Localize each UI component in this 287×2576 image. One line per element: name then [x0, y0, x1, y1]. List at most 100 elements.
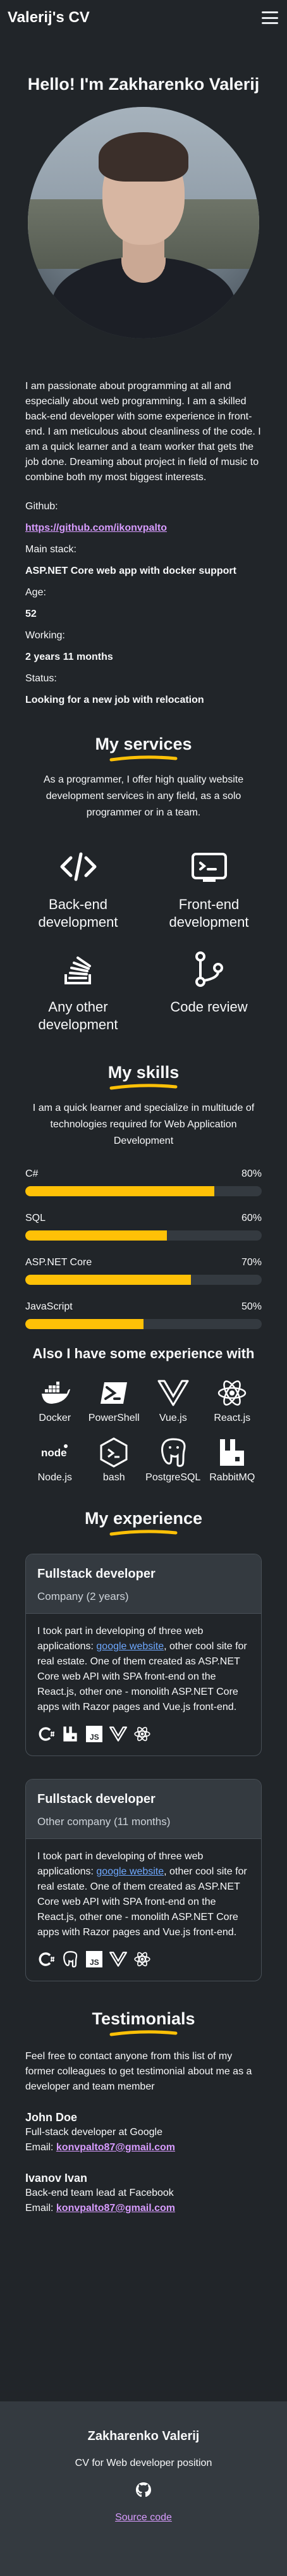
job-card-header: Fullstack developer Other company (11 mo… [26, 1780, 261, 1838]
email-label: Email: [25, 2203, 56, 2214]
github-icon[interactable] [135, 2482, 152, 2498]
skill-item: JavaScript 50% [25, 1301, 262, 1329]
skill-bar [25, 1230, 262, 1241]
brand-title[interactable]: Valerij's CV [8, 9, 90, 27]
testimonials-title: Testimonials [92, 2009, 195, 2028]
react-icon [218, 1380, 247, 1406]
job-role: Fullstack developer [37, 1792, 156, 1806]
skill-name: ASP.NET Core [25, 1257, 92, 1268]
tools-title: Also I have some experience with [32, 1346, 255, 1361]
title-underline-decoration [109, 755, 178, 762]
svg-text:JS: JS [90, 1733, 99, 1742]
person-email-link[interactable]: konvpalto87@gmail.com [56, 2142, 175, 2153]
job-card-body: I took part in developing of three web a… [26, 1838, 261, 1981]
skill-item: SQL 60% [25, 1213, 262, 1241]
bash-icon [100, 1437, 128, 1468]
tool-bash: bash [85, 1437, 144, 1483]
person-email-link[interactable]: konvpalto87@gmail.com [56, 2203, 175, 2214]
services-section: My services As a programmer, I offer hig… [0, 734, 287, 1034]
tool-docker: Docker [25, 1377, 85, 1424]
hamburger-menu-icon[interactable] [262, 11, 278, 24]
skill-percent: 60% [241, 1213, 262, 1223]
skill-bar [25, 1275, 262, 1285]
testimonial-person: John Doe Full-stack developer at Google … [25, 2110, 262, 2155]
services-title: My services [95, 734, 192, 753]
info-block: Github: https://github.com/ikonvpalto Ma… [25, 498, 262, 709]
person-name: John Doe [25, 2111, 78, 2124]
tool-name: PostgreSQL [145, 1472, 201, 1483]
skills-section: My skills I am a quick learner and speci… [0, 1063, 287, 1483]
job-link[interactable]: google website [96, 1866, 164, 1877]
tool-rabbitmq: RabbitMQ [203, 1437, 262, 1483]
skill-percent: 70% [241, 1257, 262, 1268]
svg-text:JS: JS [90, 1958, 99, 1967]
skill-item: C# 80% [25, 1168, 262, 1196]
vue-icon [109, 1952, 127, 1967]
job-card-body: I took part in developing of three web a… [26, 1613, 261, 1756]
tool-name: PowerShell [88, 1413, 140, 1423]
skill-bar-fill [25, 1186, 215, 1196]
csharp-icon [39, 1727, 54, 1741]
github-link[interactable]: https://github.com/ikonvpalto [25, 523, 167, 533]
javascript-icon: JS [86, 1726, 102, 1742]
service-name: Front-end development [169, 896, 249, 930]
title-underline-decoration [109, 2030, 178, 2036]
about-text: I am passionate about programming at all… [25, 381, 261, 483]
job-tech-icons: JS [37, 1950, 250, 1968]
powershell-icon [101, 1382, 128, 1404]
skills-intro: I am a quick learner and specialize in m… [32, 1103, 255, 1146]
services-grid: Back-end development Front-end developme… [13, 846, 274, 1034]
skill-item: ASP.NET Core 70% [25, 1257, 262, 1285]
job-link[interactable]: google website [96, 1641, 164, 1652]
skill-name: C# [25, 1168, 39, 1179]
person-role: Full-stack developer at Google [25, 2127, 162, 2138]
javascript-icon: JS [86, 1951, 102, 1967]
skill-name: JavaScript [25, 1301, 73, 1312]
title-underline-decoration [109, 1084, 178, 1090]
service-name: Any other development [38, 999, 118, 1032]
tool-node: node Node.js [25, 1437, 85, 1483]
footer-name: Zakharenko Valerij [87, 2429, 200, 2443]
skill-percent: 80% [241, 1168, 262, 1179]
job-tech-icons: JS [37, 1725, 250, 1743]
tool-name: Vue.js [159, 1413, 187, 1423]
react-icon [134, 1726, 150, 1742]
age-label: Age: [25, 587, 46, 598]
git-branch-icon [195, 951, 223, 987]
vue-icon [109, 1726, 127, 1742]
title-underline-decoration [109, 1530, 178, 1536]
status-value: Looking for a new job with relocation [25, 695, 204, 705]
skill-name: SQL [25, 1213, 46, 1223]
status-label: Status: [25, 673, 57, 684]
service-review: Code review [144, 949, 274, 1034]
navbar: Valerij's CV [0, 0, 287, 35]
tools-grid: Docker PowerShell Vue.js React.js node N… [25, 1377, 262, 1483]
postgresql-icon [161, 1438, 186, 1467]
skill-bar [25, 1186, 262, 1196]
working-label: Working: [25, 630, 65, 641]
skills-title: My skills [107, 1063, 180, 1082]
react-icon [134, 1952, 150, 1967]
person-name: Ivanov Ivan [25, 2172, 88, 2184]
job-company: Other company (11 months) [37, 1816, 171, 1828]
skill-bar-fill [25, 1230, 168, 1241]
csharp-icon [39, 1952, 54, 1966]
rabbitmq-icon [63, 1726, 77, 1742]
working-value: 2 years 11 months [25, 652, 113, 662]
services-intro: As a programmer, I offer high quality we… [43, 774, 244, 818]
svg-text:node: node [41, 1447, 67, 1459]
service-backend: Back-end development [13, 846, 144, 931]
tool-react: React.js [203, 1377, 262, 1424]
tool-powershell: PowerShell [85, 1377, 144, 1424]
github-label: Github: [25, 501, 58, 512]
avatar-wrap [0, 107, 287, 338]
service-name: Back-end development [38, 896, 118, 930]
tool-name: bash [102, 1472, 125, 1483]
stack-value: ASP.NET Core web app with docker support [25, 566, 236, 576]
source-code-link[interactable]: Source code [0, 2512, 287, 2523]
testimonials-section: Testimonials Feel free to contact anyone… [0, 2009, 287, 2216]
service-name: Code review [170, 999, 248, 1015]
tool-name: React.js [214, 1413, 251, 1423]
testimonial-person: Ivanov Ivan Back-end team lead at Facebo… [25, 2170, 262, 2216]
footer-description: CV for Web developer position [75, 2458, 212, 2468]
